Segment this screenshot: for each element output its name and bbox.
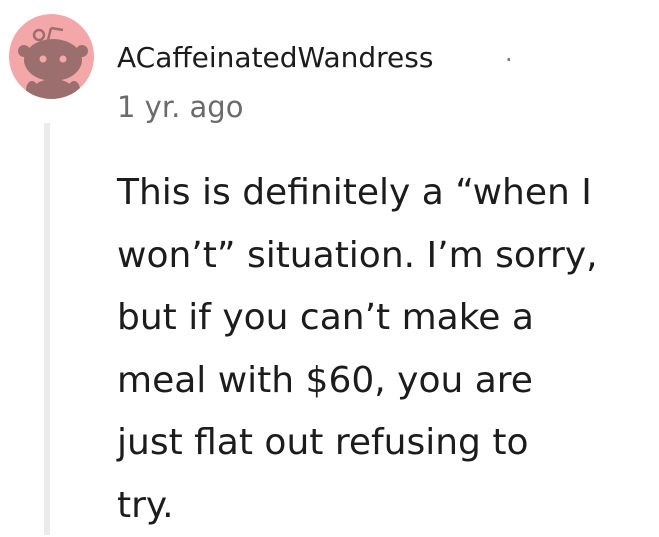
avatar[interactable]	[9, 14, 94, 99]
reddit-snoo-icon	[18, 26, 88, 99]
comment-timestamp[interactable]: 1 yr. ago	[117, 89, 243, 125]
comment: ACaffeinatedWandress · 1 yr. ago This is…	[0, 0, 659, 535]
comment-author[interactable]: ACaffeinatedWandress	[117, 40, 433, 76]
meta-separator: ·	[505, 46, 513, 74]
comment-body: This is definitely a “when I won’t” situ…	[117, 172, 598, 526]
thread-collapse-line[interactable]	[44, 123, 50, 535]
